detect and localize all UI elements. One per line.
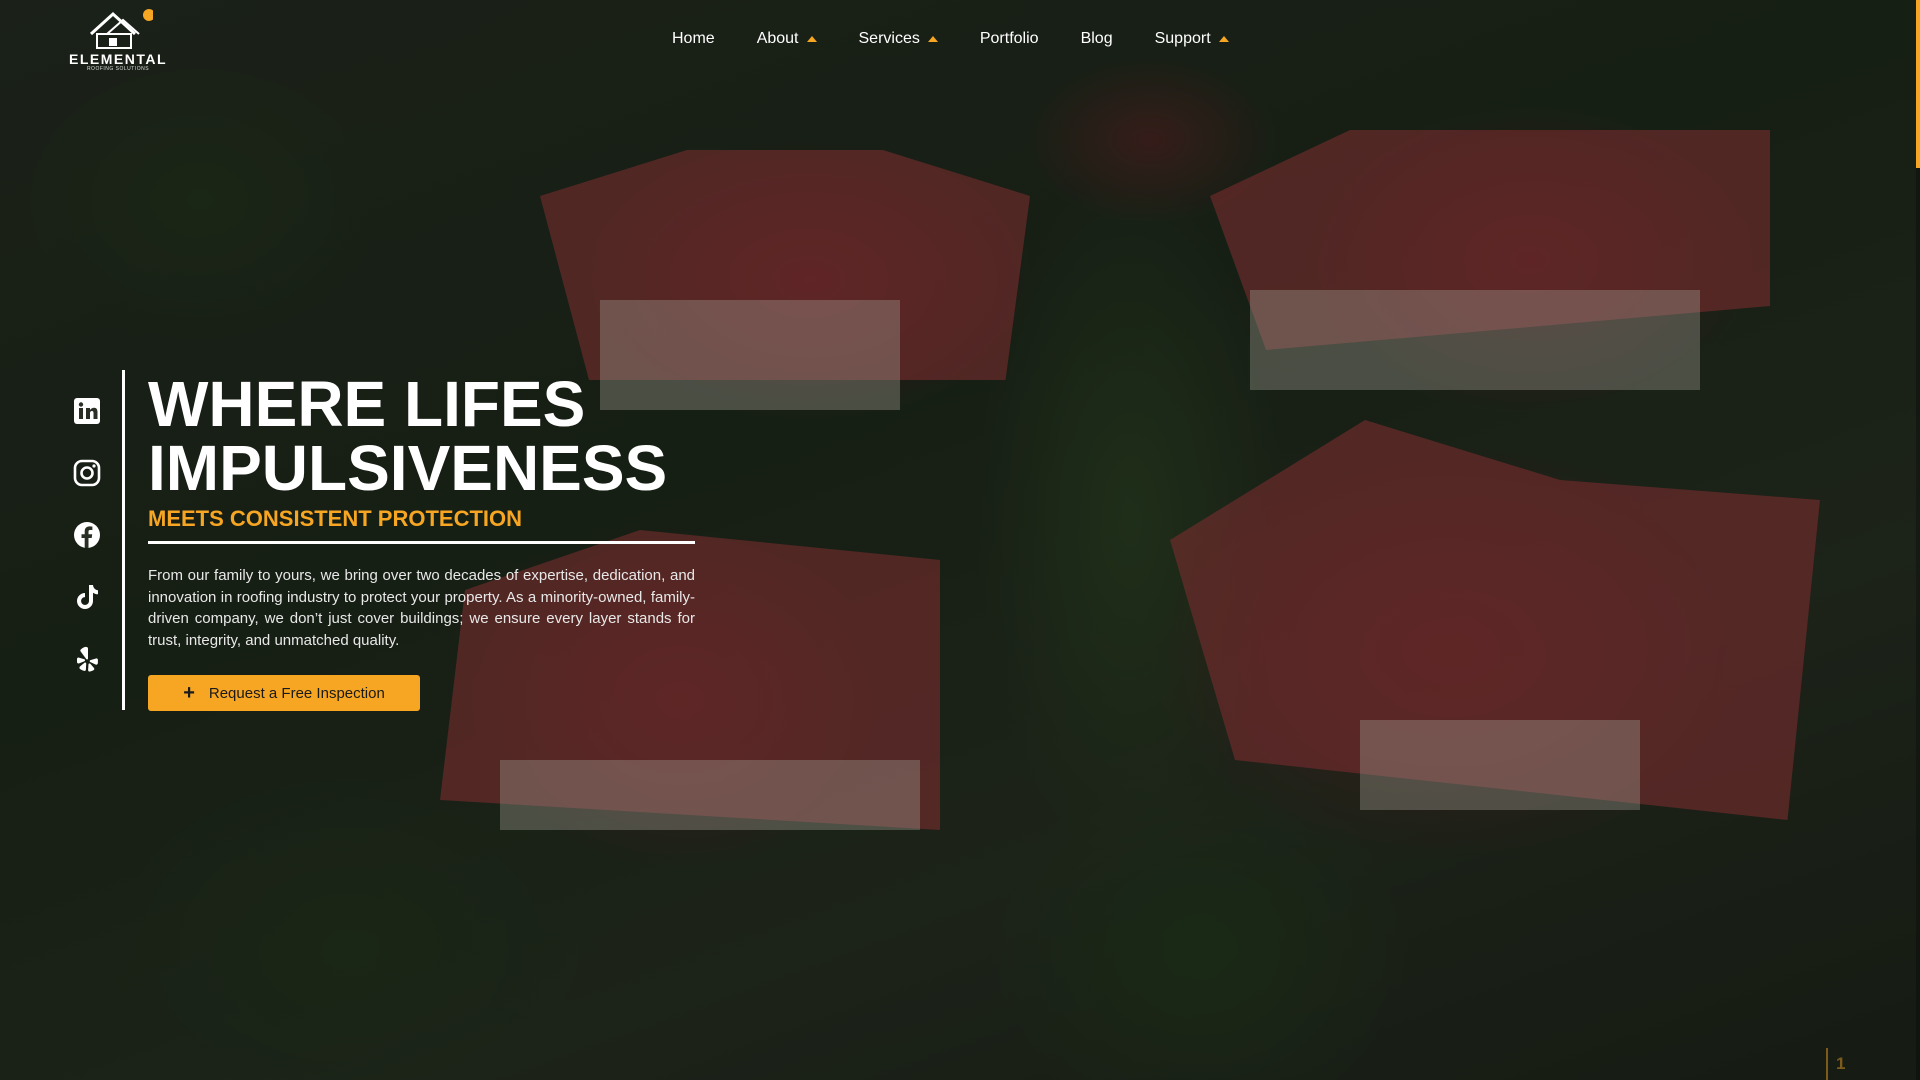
- caret-up-icon: [927, 36, 938, 42]
- site-logo[interactable]: ELEMENTAL ROOFING SOLUTIONS: [69, 8, 168, 74]
- cta-label: Request a Free Inspection: [208, 684, 385, 702]
- tiktok-icon[interactable]: [72, 582, 102, 612]
- nav-blog-label: Blog: [1080, 30, 1113, 47]
- yelp-icon[interactable]: [72, 644, 102, 674]
- house-logo-icon: [89, 9, 153, 49]
- social-links: [72, 396, 102, 674]
- slide-number: 1: [1826, 1048, 1845, 1080]
- hero-subheadline: MEETS CONSISTENT PROTECTION: [148, 506, 523, 531]
- caret-up-icon: [806, 36, 817, 42]
- caret-up-icon: [1218, 36, 1229, 42]
- hero-headline: WHERE LIFES IMPULSIVENESS: [148, 372, 768, 500]
- subheadline-divider: [148, 541, 695, 544]
- nav-services-label: Services: [858, 30, 920, 47]
- nav-services[interactable]: Services: [859, 30, 938, 48]
- nav-support[interactable]: Support: [1155, 30, 1229, 48]
- nav-home[interactable]: Home: [672, 30, 715, 48]
- nav-about[interactable]: About: [757, 30, 817, 48]
- nav-portfolio-label: Portfolio: [979, 30, 1039, 47]
- page-scrollbar[interactable]: [1916, 0, 1920, 1080]
- nav-about-label: About: [756, 30, 799, 47]
- hero-accent-line: [122, 370, 125, 710]
- nav-home-label: Home: [672, 30, 715, 47]
- logo-name: ELEMENTAL: [69, 51, 168, 67]
- plus-icon: +: [183, 682, 195, 704]
- linkedin-icon[interactable]: [72, 396, 102, 426]
- instagram-icon[interactable]: [72, 458, 102, 488]
- hero-paragraph: From our family to yours, we bring over …: [148, 567, 695, 649]
- nav-support-label: Support: [1154, 30, 1211, 47]
- facebook-icon[interactable]: [72, 520, 102, 550]
- headline-line-1: WHERE LIFES: [148, 368, 586, 440]
- logo-tagline: ROOFING SOLUTIONS: [86, 66, 150, 72]
- request-inspection-button[interactable]: + Request a Free Inspection: [148, 675, 420, 711]
- headline-line-2: IMPULSIVENESS: [148, 432, 668, 504]
- nav-blog[interactable]: Blog: [1081, 30, 1113, 48]
- main-nav: Home About Services Portfolio Blog Suppo…: [672, 28, 1229, 50]
- nav-portfolio[interactable]: Portfolio: [980, 30, 1039, 48]
- scrollbar-thumb[interactable]: [1916, 0, 1920, 168]
